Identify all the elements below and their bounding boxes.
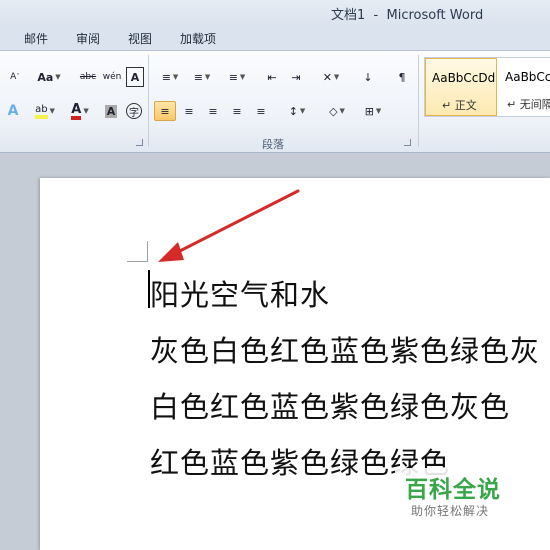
watermark-title: 百科全说 <box>405 477 501 503</box>
watermark: 百科全说 助你轻松解决 <box>395 468 530 526</box>
watermark-subtitle: 助你轻松解决 <box>411 504 490 518</box>
